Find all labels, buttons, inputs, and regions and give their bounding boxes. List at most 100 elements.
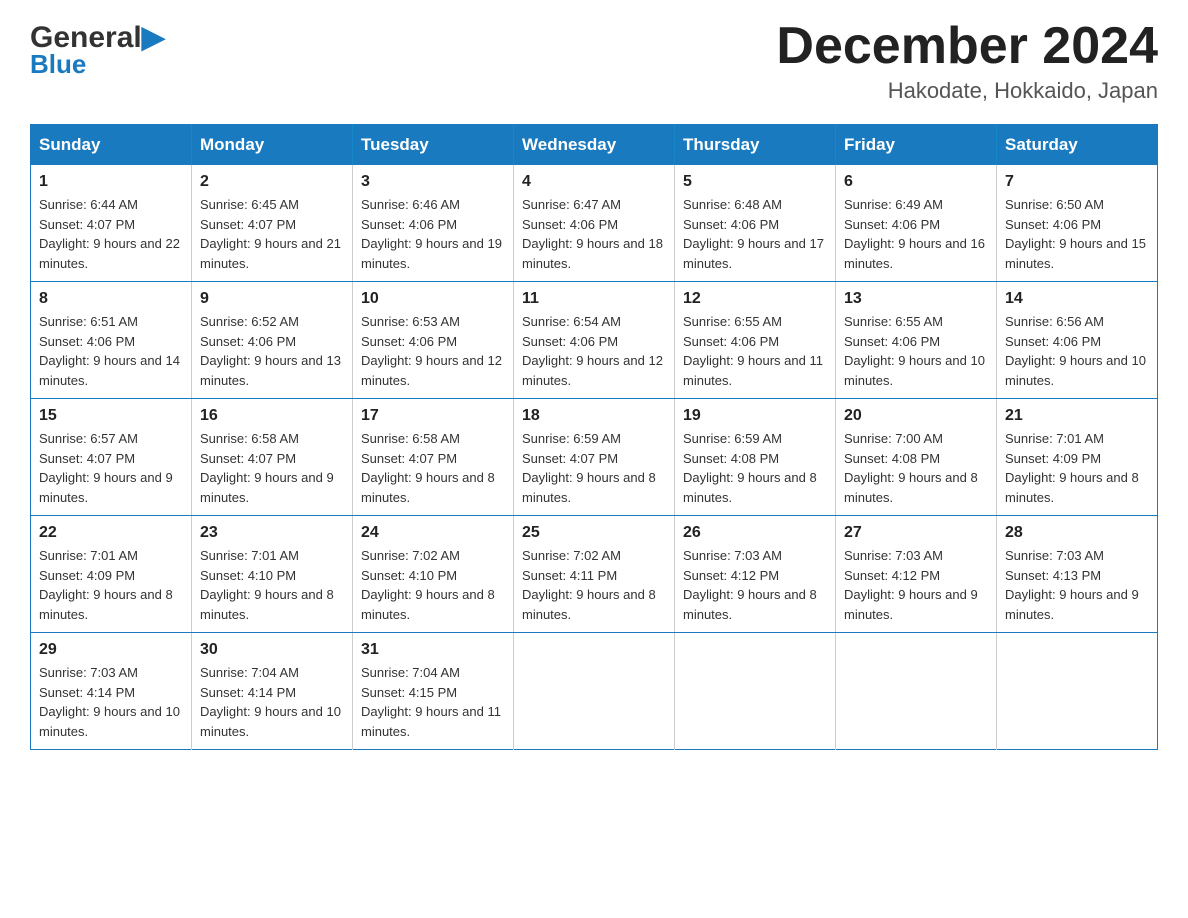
calendar-cell: 10 Sunrise: 6:53 AMSunset: 4:06 PMDaylig… <box>353 282 514 399</box>
day-info: Sunrise: 6:57 AMSunset: 4:07 PMDaylight:… <box>39 429 183 507</box>
day-info: Sunrise: 7:04 AMSunset: 4:14 PMDaylight:… <box>200 663 344 741</box>
day-header-tuesday: Tuesday <box>353 125 514 166</box>
day-info: Sunrise: 6:58 AMSunset: 4:07 PMDaylight:… <box>200 429 344 507</box>
day-number: 10 <box>361 290 505 308</box>
day-info: Sunrise: 6:51 AMSunset: 4:06 PMDaylight:… <box>39 312 183 390</box>
calendar-cell: 31 Sunrise: 7:04 AMSunset: 4:15 PMDaylig… <box>353 633 514 750</box>
day-info: Sunrise: 6:46 AMSunset: 4:06 PMDaylight:… <box>361 195 505 273</box>
day-number: 17 <box>361 407 505 425</box>
day-number: 11 <box>522 290 666 308</box>
calendar-table: SundayMondayTuesdayWednesdayThursdayFrid… <box>30 124 1158 750</box>
day-number: 4 <box>522 173 666 191</box>
day-header-thursday: Thursday <box>675 125 836 166</box>
calendar-cell: 6 Sunrise: 6:49 AMSunset: 4:06 PMDayligh… <box>836 165 997 282</box>
day-info: Sunrise: 7:02 AMSunset: 4:11 PMDaylight:… <box>522 546 666 624</box>
calendar-cell: 18 Sunrise: 6:59 AMSunset: 4:07 PMDaylig… <box>514 399 675 516</box>
calendar-cell <box>514 633 675 750</box>
day-number: 18 <box>522 407 666 425</box>
calendar-week-1: 1 Sunrise: 6:44 AMSunset: 4:07 PMDayligh… <box>31 165 1158 282</box>
day-header-monday: Monday <box>192 125 353 166</box>
calendar-header-row: SundayMondayTuesdayWednesdayThursdayFrid… <box>31 125 1158 166</box>
day-info: Sunrise: 6:56 AMSunset: 4:06 PMDaylight:… <box>1005 312 1149 390</box>
day-number: 12 <box>683 290 827 308</box>
day-number: 29 <box>39 641 183 659</box>
day-header-sunday: Sunday <box>31 125 192 166</box>
day-number: 23 <box>200 524 344 542</box>
calendar-cell: 29 Sunrise: 7:03 AMSunset: 4:14 PMDaylig… <box>31 633 192 750</box>
day-info: Sunrise: 7:03 AMSunset: 4:12 PMDaylight:… <box>844 546 988 624</box>
calendar-cell: 11 Sunrise: 6:54 AMSunset: 4:06 PMDaylig… <box>514 282 675 399</box>
day-info: Sunrise: 7:00 AMSunset: 4:08 PMDaylight:… <box>844 429 988 507</box>
calendar-cell: 30 Sunrise: 7:04 AMSunset: 4:14 PMDaylig… <box>192 633 353 750</box>
calendar-week-5: 29 Sunrise: 7:03 AMSunset: 4:14 PMDaylig… <box>31 633 1158 750</box>
day-number: 6 <box>844 173 988 191</box>
calendar-cell: 4 Sunrise: 6:47 AMSunset: 4:06 PMDayligh… <box>514 165 675 282</box>
day-info: Sunrise: 7:01 AMSunset: 4:10 PMDaylight:… <box>200 546 344 624</box>
day-info: Sunrise: 7:03 AMSunset: 4:12 PMDaylight:… <box>683 546 827 624</box>
day-number: 2 <box>200 173 344 191</box>
calendar-cell: 14 Sunrise: 6:56 AMSunset: 4:06 PMDaylig… <box>997 282 1158 399</box>
logo-blue-text: Blue <box>30 49 86 80</box>
calendar-cell: 25 Sunrise: 7:02 AMSunset: 4:11 PMDaylig… <box>514 516 675 633</box>
day-number: 5 <box>683 173 827 191</box>
calendar-cell: 26 Sunrise: 7:03 AMSunset: 4:12 PMDaylig… <box>675 516 836 633</box>
day-number: 25 <box>522 524 666 542</box>
day-info: Sunrise: 6:44 AMSunset: 4:07 PMDaylight:… <box>39 195 183 273</box>
day-header-friday: Friday <box>836 125 997 166</box>
day-info: Sunrise: 6:54 AMSunset: 4:06 PMDaylight:… <box>522 312 666 390</box>
day-info: Sunrise: 6:48 AMSunset: 4:06 PMDaylight:… <box>683 195 827 273</box>
day-info: Sunrise: 7:01 AMSunset: 4:09 PMDaylight:… <box>1005 429 1149 507</box>
day-number: 3 <box>361 173 505 191</box>
calendar-cell: 8 Sunrise: 6:51 AMSunset: 4:06 PMDayligh… <box>31 282 192 399</box>
day-number: 20 <box>844 407 988 425</box>
day-number: 30 <box>200 641 344 659</box>
calendar-cell: 28 Sunrise: 7:03 AMSunset: 4:13 PMDaylig… <box>997 516 1158 633</box>
day-header-wednesday: Wednesday <box>514 125 675 166</box>
day-info: Sunrise: 6:52 AMSunset: 4:06 PMDaylight:… <box>200 312 344 390</box>
day-info: Sunrise: 7:01 AMSunset: 4:09 PMDaylight:… <box>39 546 183 624</box>
day-info: Sunrise: 6:47 AMSunset: 4:06 PMDaylight:… <box>522 195 666 273</box>
calendar-cell: 7 Sunrise: 6:50 AMSunset: 4:06 PMDayligh… <box>997 165 1158 282</box>
calendar-cell: 1 Sunrise: 6:44 AMSunset: 4:07 PMDayligh… <box>31 165 192 282</box>
day-info: Sunrise: 6:58 AMSunset: 4:07 PMDaylight:… <box>361 429 505 507</box>
day-number: 26 <box>683 524 827 542</box>
page-header: General▶ Blue December 2024 Hakodate, Ho… <box>30 20 1158 104</box>
calendar-cell <box>675 633 836 750</box>
day-info: Sunrise: 7:03 AMSunset: 4:14 PMDaylight:… <box>39 663 183 741</box>
day-number: 9 <box>200 290 344 308</box>
calendar-cell: 23 Sunrise: 7:01 AMSunset: 4:10 PMDaylig… <box>192 516 353 633</box>
calendar-cell: 19 Sunrise: 6:59 AMSunset: 4:08 PMDaylig… <box>675 399 836 516</box>
day-number: 28 <box>1005 524 1149 542</box>
calendar-week-2: 8 Sunrise: 6:51 AMSunset: 4:06 PMDayligh… <box>31 282 1158 399</box>
calendar-cell: 22 Sunrise: 7:01 AMSunset: 4:09 PMDaylig… <box>31 516 192 633</box>
day-info: Sunrise: 6:53 AMSunset: 4:06 PMDaylight:… <box>361 312 505 390</box>
title-section: December 2024 Hakodate, Hokkaido, Japan <box>776 20 1158 104</box>
day-number: 22 <box>39 524 183 542</box>
logo: General▶ Blue <box>30 20 165 80</box>
calendar-cell: 13 Sunrise: 6:55 AMSunset: 4:06 PMDaylig… <box>836 282 997 399</box>
day-info: Sunrise: 6:59 AMSunset: 4:08 PMDaylight:… <box>683 429 827 507</box>
day-number: 7 <box>1005 173 1149 191</box>
day-info: Sunrise: 6:49 AMSunset: 4:06 PMDaylight:… <box>844 195 988 273</box>
day-number: 31 <box>361 641 505 659</box>
day-info: Sunrise: 6:59 AMSunset: 4:07 PMDaylight:… <box>522 429 666 507</box>
day-number: 16 <box>200 407 344 425</box>
day-info: Sunrise: 7:04 AMSunset: 4:15 PMDaylight:… <box>361 663 505 741</box>
month-title: December 2024 <box>776 20 1158 72</box>
day-info: Sunrise: 7:03 AMSunset: 4:13 PMDaylight:… <box>1005 546 1149 624</box>
day-info: Sunrise: 6:45 AMSunset: 4:07 PMDaylight:… <box>200 195 344 273</box>
calendar-cell: 21 Sunrise: 7:01 AMSunset: 4:09 PMDaylig… <box>997 399 1158 516</box>
calendar-cell: 20 Sunrise: 7:00 AMSunset: 4:08 PMDaylig… <box>836 399 997 516</box>
calendar-cell: 2 Sunrise: 6:45 AMSunset: 4:07 PMDayligh… <box>192 165 353 282</box>
calendar-cell: 16 Sunrise: 6:58 AMSunset: 4:07 PMDaylig… <box>192 399 353 516</box>
calendar-cell <box>997 633 1158 750</box>
day-number: 14 <box>1005 290 1149 308</box>
day-number: 13 <box>844 290 988 308</box>
day-number: 24 <box>361 524 505 542</box>
calendar-cell: 5 Sunrise: 6:48 AMSunset: 4:06 PMDayligh… <box>675 165 836 282</box>
calendar-week-4: 22 Sunrise: 7:01 AMSunset: 4:09 PMDaylig… <box>31 516 1158 633</box>
calendar-cell: 9 Sunrise: 6:52 AMSunset: 4:06 PMDayligh… <box>192 282 353 399</box>
day-info: Sunrise: 6:55 AMSunset: 4:06 PMDaylight:… <box>844 312 988 390</box>
day-info: Sunrise: 7:02 AMSunset: 4:10 PMDaylight:… <box>361 546 505 624</box>
day-info: Sunrise: 6:50 AMSunset: 4:06 PMDaylight:… <box>1005 195 1149 273</box>
